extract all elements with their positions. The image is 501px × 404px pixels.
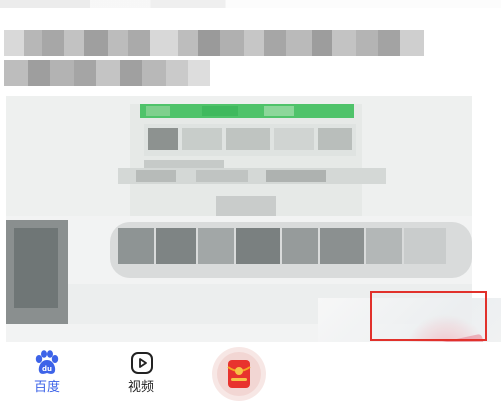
top-blurred-line bbox=[0, 0, 501, 8]
nav-tab-home-label: 百度 bbox=[33, 380, 60, 395]
blurred-title-line-2 bbox=[4, 60, 210, 86]
video-play-icon bbox=[131, 352, 153, 374]
baidu-paw-icon: du bbox=[35, 350, 59, 374]
nav-tab-video[interactable]: 视频 bbox=[111, 348, 171, 398]
red-highlight-box bbox=[370, 291, 487, 341]
red-envelope-icon bbox=[212, 347, 266, 401]
nav-tab-video-label: 视频 bbox=[127, 380, 154, 395]
app-screen: du 百度 视频 bbox=[0, 0, 501, 404]
svg-text:du: du bbox=[42, 365, 52, 373]
nav-red-envelope-button[interactable] bbox=[210, 345, 268, 403]
bottom-nav-bar: du 百度 视频 bbox=[0, 342, 501, 404]
nav-tab-home[interactable]: du 百度 bbox=[17, 348, 77, 398]
blurred-title-line-1 bbox=[4, 30, 444, 56]
